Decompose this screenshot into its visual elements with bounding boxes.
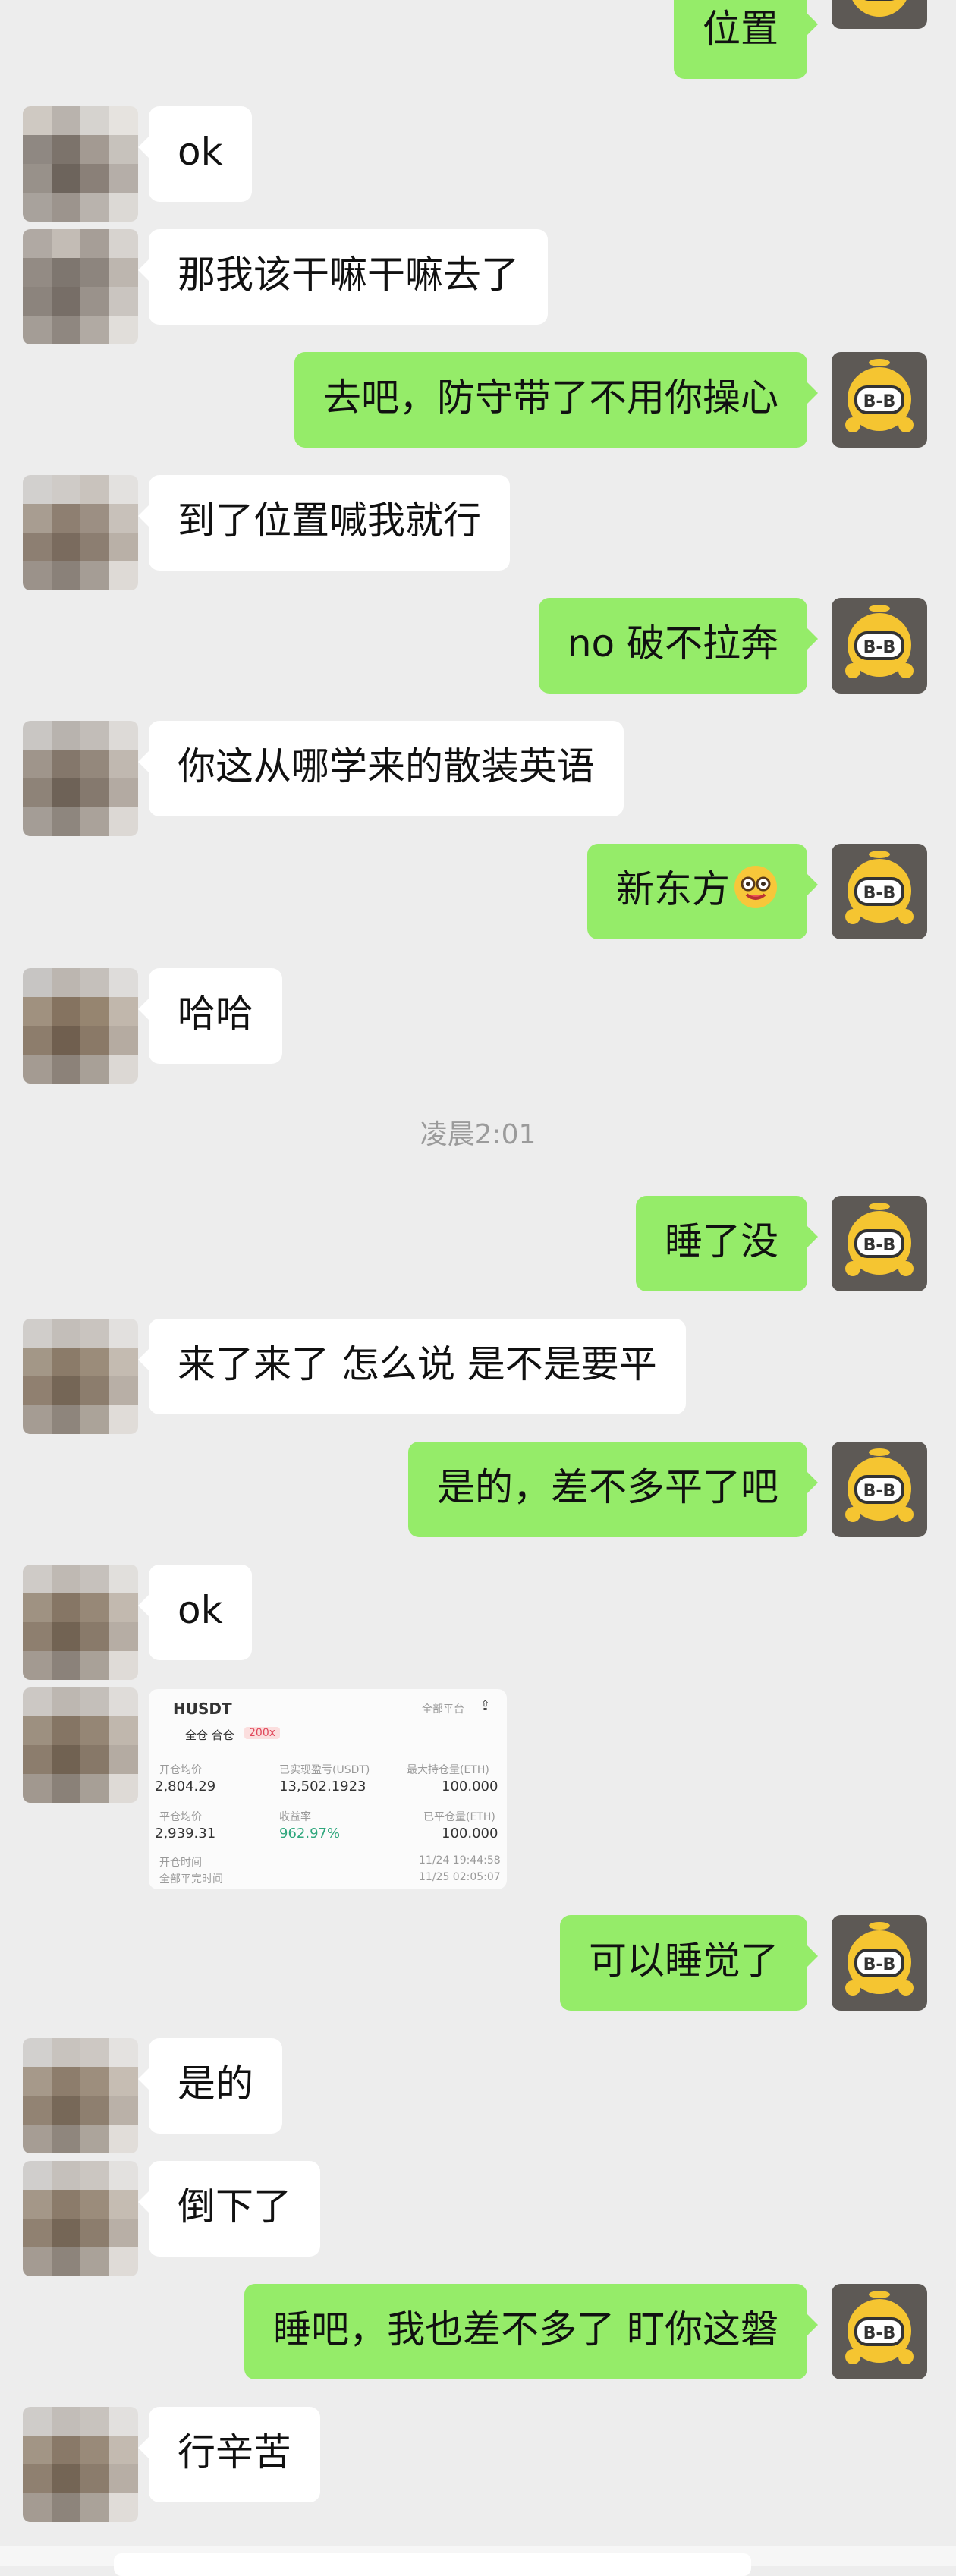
blurred-avatar-image <box>23 2038 138 2153</box>
message-bubble-incoming[interactable]: 是的 <box>138 2038 282 2134</box>
blurred-avatar-image <box>23 229 138 344</box>
blurred-avatar-image <box>23 721 138 836</box>
message-bubble-incoming[interactable]: ok <box>138 1565 252 1660</box>
message-bubble-outgoing[interactable]: 新东方 <box>587 844 818 939</box>
contact-avatar[interactable] <box>23 1565 138 1680</box>
realized-pnl-value: 13,502.1923 <box>279 1779 366 1794</box>
message-bubble-outgoing[interactable]: 睡吧，我也差不多了 盯你这磐 <box>244 2284 818 2379</box>
margin-mode-label: 全仓 合仓 <box>185 1728 234 1742</box>
cartoon-mascot-icon: B-B <box>845 2291 914 2364</box>
svg-text:B-B: B-B <box>863 884 896 903</box>
trade-screenshot-image[interactable]: HUSDT 全部平台 ⇪ 全仓 合仓 200x 开仓均价 2,804.29 已实… <box>149 1689 507 1889</box>
message-bubble-incoming[interactable]: 来了来了 怎么说 是不是要平 <box>138 1319 686 1414</box>
message-bubble-incoming[interactable]: ok <box>138 106 252 202</box>
message-bubble-outgoing[interactable]: 是的，差不多平了吧 <box>408 1442 818 1537</box>
self-avatar[interactable]: B-B <box>832 2284 927 2379</box>
open-time-value: 11/24 19:44:58 <box>419 1854 501 1867</box>
message-bubble-outgoing[interactable]: 可以睡觉了 <box>560 1915 818 2011</box>
cartoon-mascot-icon: B-B <box>845 1203 914 1276</box>
pair-label: HUSDT <box>173 1700 232 1718</box>
svg-text:B-B: B-B <box>863 2324 896 2343</box>
contact-avatar[interactable] <box>23 968 138 1084</box>
contact-avatar[interactable] <box>23 2161 138 2276</box>
message-bubble-incoming[interactable]: 倒下了 <box>138 2161 320 2257</box>
contact-avatar[interactable] <box>23 1687 138 1803</box>
contact-avatar[interactable] <box>23 2407 138 2522</box>
platform-label: 全部平台 <box>422 1703 464 1716</box>
roi-label: 收益率 <box>279 1811 311 1823</box>
message-bubble-incoming[interactable]: 到了位置喊我就行 <box>138 475 510 571</box>
svg-text:B-B: B-B <box>863 392 896 411</box>
message-bubble-incoming[interactable]: 哈哈 <box>138 968 282 1064</box>
message-bubble-outgoing[interactable]: 睡了没 <box>636 1196 818 1291</box>
self-avatar[interactable]: B-B <box>832 1442 927 1537</box>
svg-text:B-B: B-B <box>863 1482 896 1501</box>
blurred-avatar-image <box>23 2407 138 2522</box>
chat-input-bar <box>0 2546 956 2576</box>
cartoon-mascot-icon <box>852 0 907 17</box>
cartoon-mascot-icon: B-B <box>845 1922 914 1996</box>
closed-qty-value: 100.000 <box>442 1826 498 1842</box>
open-time-label: 开仓时间 <box>159 1857 202 1869</box>
cartoon-mascot-icon: B-B <box>845 1448 914 1522</box>
cartoon-mascot-icon: B-B <box>845 359 914 432</box>
blurred-avatar-image <box>23 1565 138 1680</box>
close-time-label: 全部平完时间 <box>159 1873 223 1886</box>
cartoon-mascot-icon: B-B <box>845 851 914 924</box>
self-avatar[interactable]: B-B <box>832 844 927 939</box>
nerd-face-emoji-icon <box>734 866 777 908</box>
contact-avatar[interactable] <box>23 229 138 344</box>
contact-avatar[interactable] <box>23 1319 138 1434</box>
self-avatar[interactable]: B-B <box>832 352 927 448</box>
contact-avatar[interactable] <box>23 2038 138 2153</box>
message-bubble-outgoing[interactable]: 去吧，防守带了不用你操心 <box>294 352 818 448</box>
contact-avatar[interactable] <box>23 106 138 222</box>
blurred-avatar-image <box>23 106 138 222</box>
message-bubble-outgoing[interactable]: no 破不拉奔 <box>538 598 819 694</box>
max-hold-value: 100.000 <box>442 1779 498 1794</box>
contact-avatar[interactable] <box>23 721 138 836</box>
close-avg-value: 2,939.31 <box>155 1826 216 1842</box>
blurred-avatar-image <box>23 1319 138 1434</box>
roi-value: 962.97% <box>279 1826 341 1842</box>
cartoon-mascot-icon: B-B <box>845 605 914 678</box>
self-avatar[interactable]: B-B <box>832 598 927 694</box>
blurred-avatar-image <box>23 475 138 590</box>
svg-text:B-B: B-B <box>863 1236 896 1255</box>
share-icon: ⇪ <box>480 1698 492 1714</box>
close-time-value: 11/25 02:05:07 <box>419 1871 501 1883</box>
message-bubble-incoming[interactable]: 那我该干嘛干嘛去了 <box>138 229 548 325</box>
blurred-avatar-image <box>23 968 138 1084</box>
blurred-avatar-image <box>23 2161 138 2276</box>
time-divider: 凌晨2:01 <box>420 1119 536 1150</box>
svg-text:B-B: B-B <box>863 1955 896 1974</box>
max-hold-label: 最大持仓量(ETH) <box>407 1764 489 1776</box>
message-bubble-incoming[interactable]: 行辛苦 <box>138 2407 320 2502</box>
self-avatar[interactable] <box>832 0 927 29</box>
realized-pnl-label: 已实现盈亏(USDT) <box>279 1764 370 1776</box>
open-avg-label: 开仓均价 <box>159 1764 202 1776</box>
self-avatar[interactable]: B-B <box>832 1196 927 1291</box>
closed-qty-label: 已平仓量(ETH) <box>423 1811 495 1823</box>
message-bubble-outgoing[interactable]: 位置 <box>674 0 818 79</box>
self-avatar[interactable]: B-B <box>832 1915 927 2011</box>
close-avg-label: 平仓均价 <box>159 1811 202 1823</box>
open-avg-value: 2,804.29 <box>155 1779 216 1794</box>
blurred-avatar-image <box>23 1687 138 1803</box>
message-bubble-incoming[interactable]: 你这从哪学来的散装英语 <box>138 721 624 816</box>
contact-avatar[interactable] <box>23 475 138 590</box>
message-input[interactable] <box>114 2553 751 2576</box>
leverage-badge: 200x <box>244 1727 281 1739</box>
svg-text:B-B: B-B <box>863 638 896 657</box>
